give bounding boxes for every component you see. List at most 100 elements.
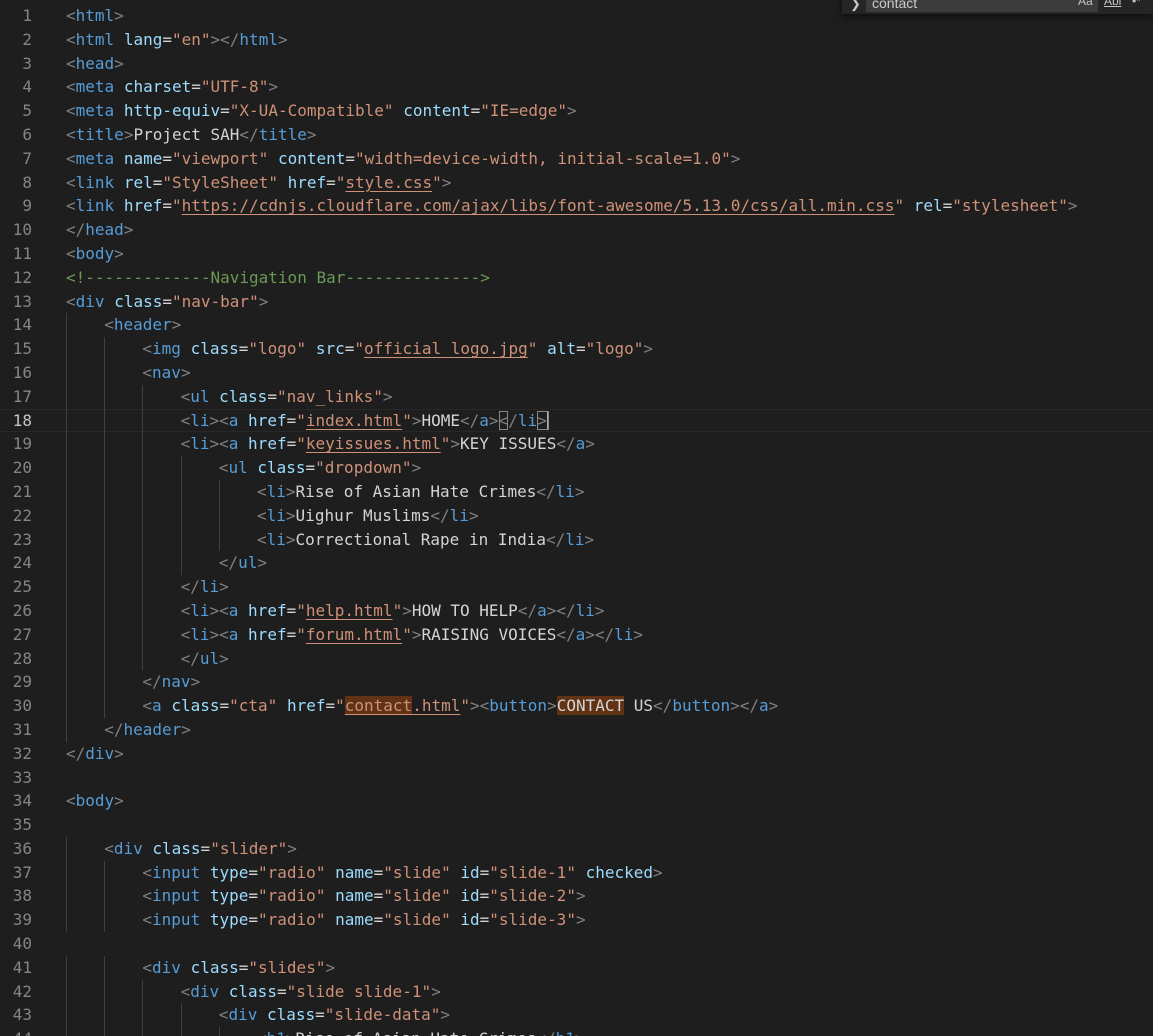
- code-token: >: [1067, 196, 1078, 216]
- code-line[interactable]: <img class="logo" src="official_logo.jpg…: [66, 337, 1153, 361]
- code-line[interactable]: </li>: [66, 575, 1153, 599]
- code-token: ": [335, 172, 346, 192]
- code-line[interactable]: <header>: [66, 313, 1153, 338]
- indent-guide: [142, 408, 144, 433]
- indent-guide: [104, 646, 106, 671]
- code-token: Rise of Asian Hate Crimes: [296, 1029, 537, 1036]
- code-line[interactable]: <!-------------Navigation Bar-----------…: [66, 266, 1153, 290]
- code-line[interactable]: <link href="https://cdnjs.cloudflare.com…: [66, 194, 1153, 218]
- code-token: >: [114, 243, 124, 263]
- code-line[interactable]: </header>: [66, 717, 1153, 742]
- line-number: 8: [22, 172, 32, 192]
- code-line[interactable]: <div class="nav-bar">: [66, 290, 1153, 314]
- code-line[interactable]: <input type="radio" name="slide" id="sli…: [66, 860, 1153, 885]
- code-token: "slide": [383, 862, 451, 882]
- code-token: "slide-1": [489, 862, 576, 882]
- indent-guide: [104, 551, 106, 576]
- code-line[interactable]: </ul>: [66, 646, 1153, 671]
- code-token: =: [344, 339, 355, 359]
- code-line[interactable]: <div class="slide-data">: [66, 1003, 1153, 1028]
- code-line[interactable]: <body>: [66, 789, 1153, 813]
- code-area[interactable]: <html> <html lang="en"></html> <head> <meta…: [0, 4, 1153, 1036]
- code-line[interactable]: </nav>: [66, 670, 1153, 695]
- regex-toggle-icon[interactable]: •*: [1132, 0, 1141, 8]
- code-token: class: [257, 458, 306, 478]
- code-line[interactable]: <li><a href="forum.html">RAISING VOICES<…: [66, 622, 1153, 647]
- code-line[interactable]: <link rel="StyleSheet" href="style.css">: [66, 171, 1153, 195]
- indent-guide: [66, 503, 67, 528]
- code-token: Rise of Asian Hate Crimes: [295, 481, 537, 501]
- code-line[interactable]: <h1>Rise of Asian Hate Crimes</h1>: [66, 1027, 1153, 1036]
- code-token: li: [266, 481, 286, 501]
- indent-guide: [66, 884, 67, 909]
- code-line[interactable]: <input type="radio" name="slide" id="sli…: [66, 908, 1153, 933]
- code-token: >: [643, 339, 654, 359]
- code-line[interactable]: <meta charset="UTF-8">: [66, 75, 1153, 99]
- line-number: 29: [12, 672, 32, 692]
- code-token: >: [488, 410, 499, 430]
- code-token: >: [411, 458, 422, 478]
- code-line[interactable]: <li><a href="keyissues.html">KEY ISSUES<…: [66, 432, 1153, 457]
- code-token: href: [123, 196, 163, 216]
- code-line[interactable]: <div class="slides">: [66, 955, 1153, 980]
- code-line[interactable]: <li>Rise of Asian Hate Crimes</li>: [66, 479, 1153, 504]
- code-line[interactable]: <meta http-equiv="X-UA-Compatible" conte…: [66, 99, 1153, 123]
- code-token: >: [547, 696, 557, 716]
- code-token: link: [75, 196, 115, 216]
- indent-guide: [66, 622, 67, 647]
- code-line[interactable]: <nav>: [66, 360, 1153, 385]
- code-token: =: [162, 148, 172, 168]
- code-line[interactable]: <ul class="nav_links">: [66, 384, 1153, 409]
- code-line[interactable]: [66, 766, 1153, 790]
- code-token: <: [66, 101, 76, 121]
- code-line[interactable]: </head>: [66, 218, 1153, 242]
- chevron-right-icon[interactable]: ❯: [850, 0, 861, 12]
- code-token: ": [296, 434, 306, 454]
- code-token: a: [537, 600, 547, 620]
- code-line[interactable]: <title>Project SAH</title>: [66, 123, 1153, 147]
- indent-guide: [104, 527, 106, 552]
- code-line[interactable]: <li>Correctional Rape in India</li>: [66, 527, 1153, 552]
- code-line[interactable]: <meta name="viewport" content="width=dev…: [66, 147, 1153, 171]
- code-token: <: [66, 196, 76, 216]
- code-line[interactable]: [66, 813, 1153, 837]
- code-line[interactable]: <body>: [66, 242, 1153, 266]
- code-token: ul: [190, 386, 210, 406]
- code-token: <: [257, 1029, 267, 1036]
- line-number: 25: [12, 577, 32, 597]
- code-line[interactable]: <html lang="en"></html>: [66, 28, 1153, 52]
- code-line[interactable]: <div class="slide slide-1">: [66, 979, 1153, 1004]
- code-line[interactable]: <head>: [66, 52, 1153, 76]
- code-token: "X-UA-Compatible": [229, 101, 394, 121]
- code-line[interactable]: <div class="slider">: [66, 836, 1153, 861]
- code-line[interactable]: <li>Uighur Muslims</li>: [66, 503, 1153, 528]
- code-line[interactable]: [66, 932, 1153, 956]
- code-line[interactable]: <ul class="dropdown">: [66, 456, 1153, 480]
- code-line[interactable]: </ul>: [66, 551, 1153, 576]
- line-number: 28: [12, 648, 32, 668]
- code-token: html: [75, 29, 115, 49]
- code-token: >: [277, 29, 288, 49]
- find-input[interactable]: [866, 0, 1098, 12]
- code-token: href: [248, 624, 287, 644]
- whole-word-toggle[interactable]: Abl: [1104, 0, 1121, 8]
- match-case-toggle[interactable]: Aa: [1078, 0, 1093, 8]
- code-line[interactable]: </div>: [66, 742, 1153, 766]
- code-token: </: [546, 529, 566, 549]
- code-token: >: [285, 505, 296, 525]
- code-editor[interactable]: 1 2 3 4 5 6 7 8 9 10 11 12 13 14 15 16 17 18 19 20 21 22 23 24 2…: [0, 0, 1153, 1036]
- line-number: 44: [0, 1027, 60, 1036]
- code-line[interactable]: <li><a href="help.html">HOW TO HELP</a><…: [66, 598, 1153, 623]
- code-line[interactable]: <input type="radio" name="slide" id="sli…: [66, 884, 1153, 909]
- code-line[interactable]: <li><a href="index.html">HOME</a></li>: [0, 408, 1153, 433]
- code-line[interactable]: <a class="cta" href="contact.html"><butt…: [66, 694, 1153, 718]
- code-token: body: [75, 243, 115, 263]
- code-token: class: [190, 339, 239, 359]
- code-token: rel: [123, 172, 153, 192]
- code-token: "radio": [258, 910, 326, 930]
